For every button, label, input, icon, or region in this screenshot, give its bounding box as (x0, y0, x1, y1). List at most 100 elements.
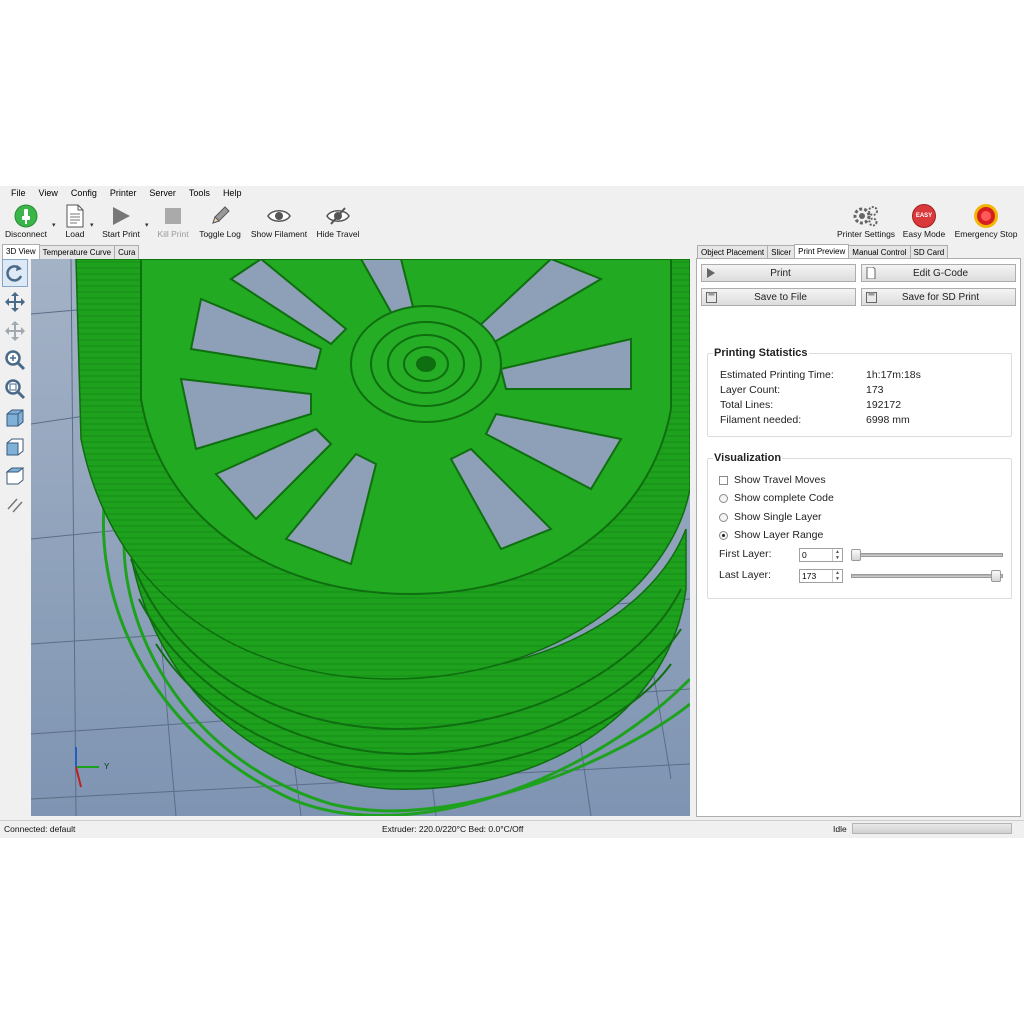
checkbox-box[interactable] (719, 475, 728, 485)
front-view-icon (6, 438, 24, 456)
menu-help[interactable]: Help (216, 186, 248, 202)
printer-state: Idle (833, 824, 847, 834)
temperature-status: Extruder: 220.0/220°C Bed: 0.0°C/Off (382, 824, 524, 834)
load-dropdown-icon[interactable]: ▾ (90, 221, 94, 229)
printing-statistics-group: Printing Statistics Estimated Printing T… (707, 347, 1012, 437)
slider-handle[interactable] (991, 570, 1001, 582)
top-view-tool[interactable] (2, 462, 28, 490)
connection-status: Connected: default (4, 824, 76, 834)
show-complete-radio[interactable]: Show complete Code (719, 492, 834, 504)
visualization-title: Visualization (713, 452, 783, 464)
stat-value: 192172 (866, 399, 902, 411)
app-window: File View Config Printer Server Tools He… (0, 186, 1024, 838)
print-preview-panel: Print Edit G-Code Save to File Save for … (696, 258, 1021, 817)
parallel-view-tool[interactable] (2, 491, 28, 519)
start-print-dropdown-icon[interactable]: ▾ (145, 221, 149, 229)
first-layer-spinbox[interactable]: 0 ▲ ▼ (799, 548, 843, 562)
front-view-tool[interactable] (2, 433, 28, 461)
show-travel-checkbox[interactable]: Show Travel Moves (719, 474, 826, 486)
visualization-group: Visualization Show Travel Moves Show com… (707, 452, 1012, 599)
tab-3d-view[interactable]: 3D View (2, 244, 40, 259)
easy-mode-label: Easy Mode (902, 229, 946, 239)
emergency-stop-button[interactable]: Emergency Stop (951, 203, 1021, 243)
top-view-icon (5, 467, 25, 485)
kill-print-button[interactable]: Kill Print (154, 203, 192, 243)
show-range-radio[interactable]: Show Layer Range (719, 529, 823, 541)
radio-dot[interactable] (719, 493, 728, 503)
menu-config[interactable]: Config (64, 186, 103, 202)
floppy-icon (706, 291, 717, 303)
save-to-file-label: Save to File (754, 291, 807, 303)
progress-bar (852, 823, 1012, 834)
zoom-tool[interactable] (2, 346, 28, 374)
disconnect-button[interactable]: Disconnect (3, 203, 49, 243)
move-object-icon (5, 321, 25, 341)
show-single-radio[interactable]: Show Single Layer (719, 511, 822, 523)
menu-file[interactable]: File (0, 186, 32, 202)
tab-print-preview[interactable]: Print Preview (794, 244, 850, 259)
3d-viewport[interactable]: Y (31, 259, 690, 816)
menu-server[interactable]: Server (142, 186, 182, 202)
move-object-tool[interactable] (2, 317, 28, 345)
parallel-lines-icon (7, 498, 23, 513)
stop-icon (165, 208, 181, 224)
disconnect-dropdown-icon[interactable]: ▾ (52, 221, 56, 229)
menu-tools[interactable]: Tools (182, 186, 216, 202)
stat-label: Estimated Printing Time: (720, 369, 834, 381)
start-print-button[interactable]: Start Print (99, 203, 143, 243)
spin-arrows-icon[interactable]: ▲ ▼ (832, 549, 842, 561)
tab-cura[interactable]: Cura (114, 245, 140, 259)
menu-view[interactable]: View (32, 186, 64, 202)
edit-gcode-button[interactable]: Edit G-Code (861, 264, 1016, 282)
save-to-file-button[interactable]: Save to File (701, 288, 856, 306)
last-layer-value: 173 (802, 571, 817, 581)
edit-gcode-label: Edit G-Code (912, 267, 969, 279)
move-tool[interactable] (2, 288, 28, 316)
emergency-stop-icon (974, 204, 998, 228)
fit-view-tool[interactable] (2, 375, 28, 403)
move-icon (5, 292, 25, 312)
radio-dot[interactable] (719, 512, 728, 522)
save-sd-label: Save for SD Print (901, 291, 980, 303)
load-button[interactable]: Load (60, 203, 90, 243)
printer-settings-button[interactable]: Printer Settings (835, 203, 897, 243)
view-tools (2, 259, 30, 520)
rotate-tool[interactable] (2, 259, 28, 287)
wheel-hub (350, 305, 502, 423)
toggle-log-button[interactable]: Toggle Log (196, 203, 244, 243)
stat-label: Filament needed: (720, 414, 802, 426)
hide-travel-button[interactable]: Hide Travel (314, 203, 362, 243)
show-single-label: Show Single Layer (734, 511, 822, 523)
slider-handle[interactable] (851, 549, 861, 561)
print-label: Print (770, 267, 791, 279)
stat-label: Total Lines: (720, 399, 774, 411)
tab-manual-control[interactable]: Manual Control (848, 245, 911, 259)
first-layer-slider[interactable] (851, 548, 1003, 562)
tab-slicer[interactable]: Slicer (767, 245, 796, 259)
y-axis-label: Y (104, 762, 110, 771)
easy-mode-button[interactable]: EASY Easy Mode (901, 203, 947, 243)
tab-temperature-curve[interactable]: Temperature Curve (38, 245, 116, 259)
printer-settings-label: Printer Settings (836, 229, 896, 239)
save-sd-button[interactable]: Save for SD Print (861, 288, 1016, 306)
last-layer-spinbox[interactable]: 173 ▲ ▼ (799, 569, 843, 583)
view-tabbar: 3D View Temperature Curve Cura (2, 244, 140, 259)
tab-sd-card[interactable]: SD Card (909, 245, 949, 259)
fit-icon (5, 379, 26, 400)
load-label: Load (65, 229, 85, 239)
menu-printer[interactable]: Printer (103, 186, 143, 202)
radio-dot[interactable] (719, 530, 728, 540)
iso-view-tool[interactable] (2, 404, 28, 432)
last-layer-slider[interactable] (851, 569, 1003, 583)
slider-track (851, 574, 1003, 578)
zoom-icon (5, 350, 26, 371)
start-print-label: Start Print (102, 229, 140, 239)
print-button[interactable]: Print (701, 264, 856, 282)
show-filament-button[interactable]: Show Filament (248, 203, 310, 243)
spin-arrows-icon[interactable]: ▲ ▼ (832, 570, 842, 582)
stat-value: 173 (866, 384, 884, 396)
stat-value: 6998 mm (866, 414, 910, 426)
plug-icon (14, 204, 38, 228)
tab-object-placement[interactable]: Object Placement (697, 245, 769, 259)
status-bar: Connected: default Extruder: 220.0/220°C… (0, 820, 1024, 836)
